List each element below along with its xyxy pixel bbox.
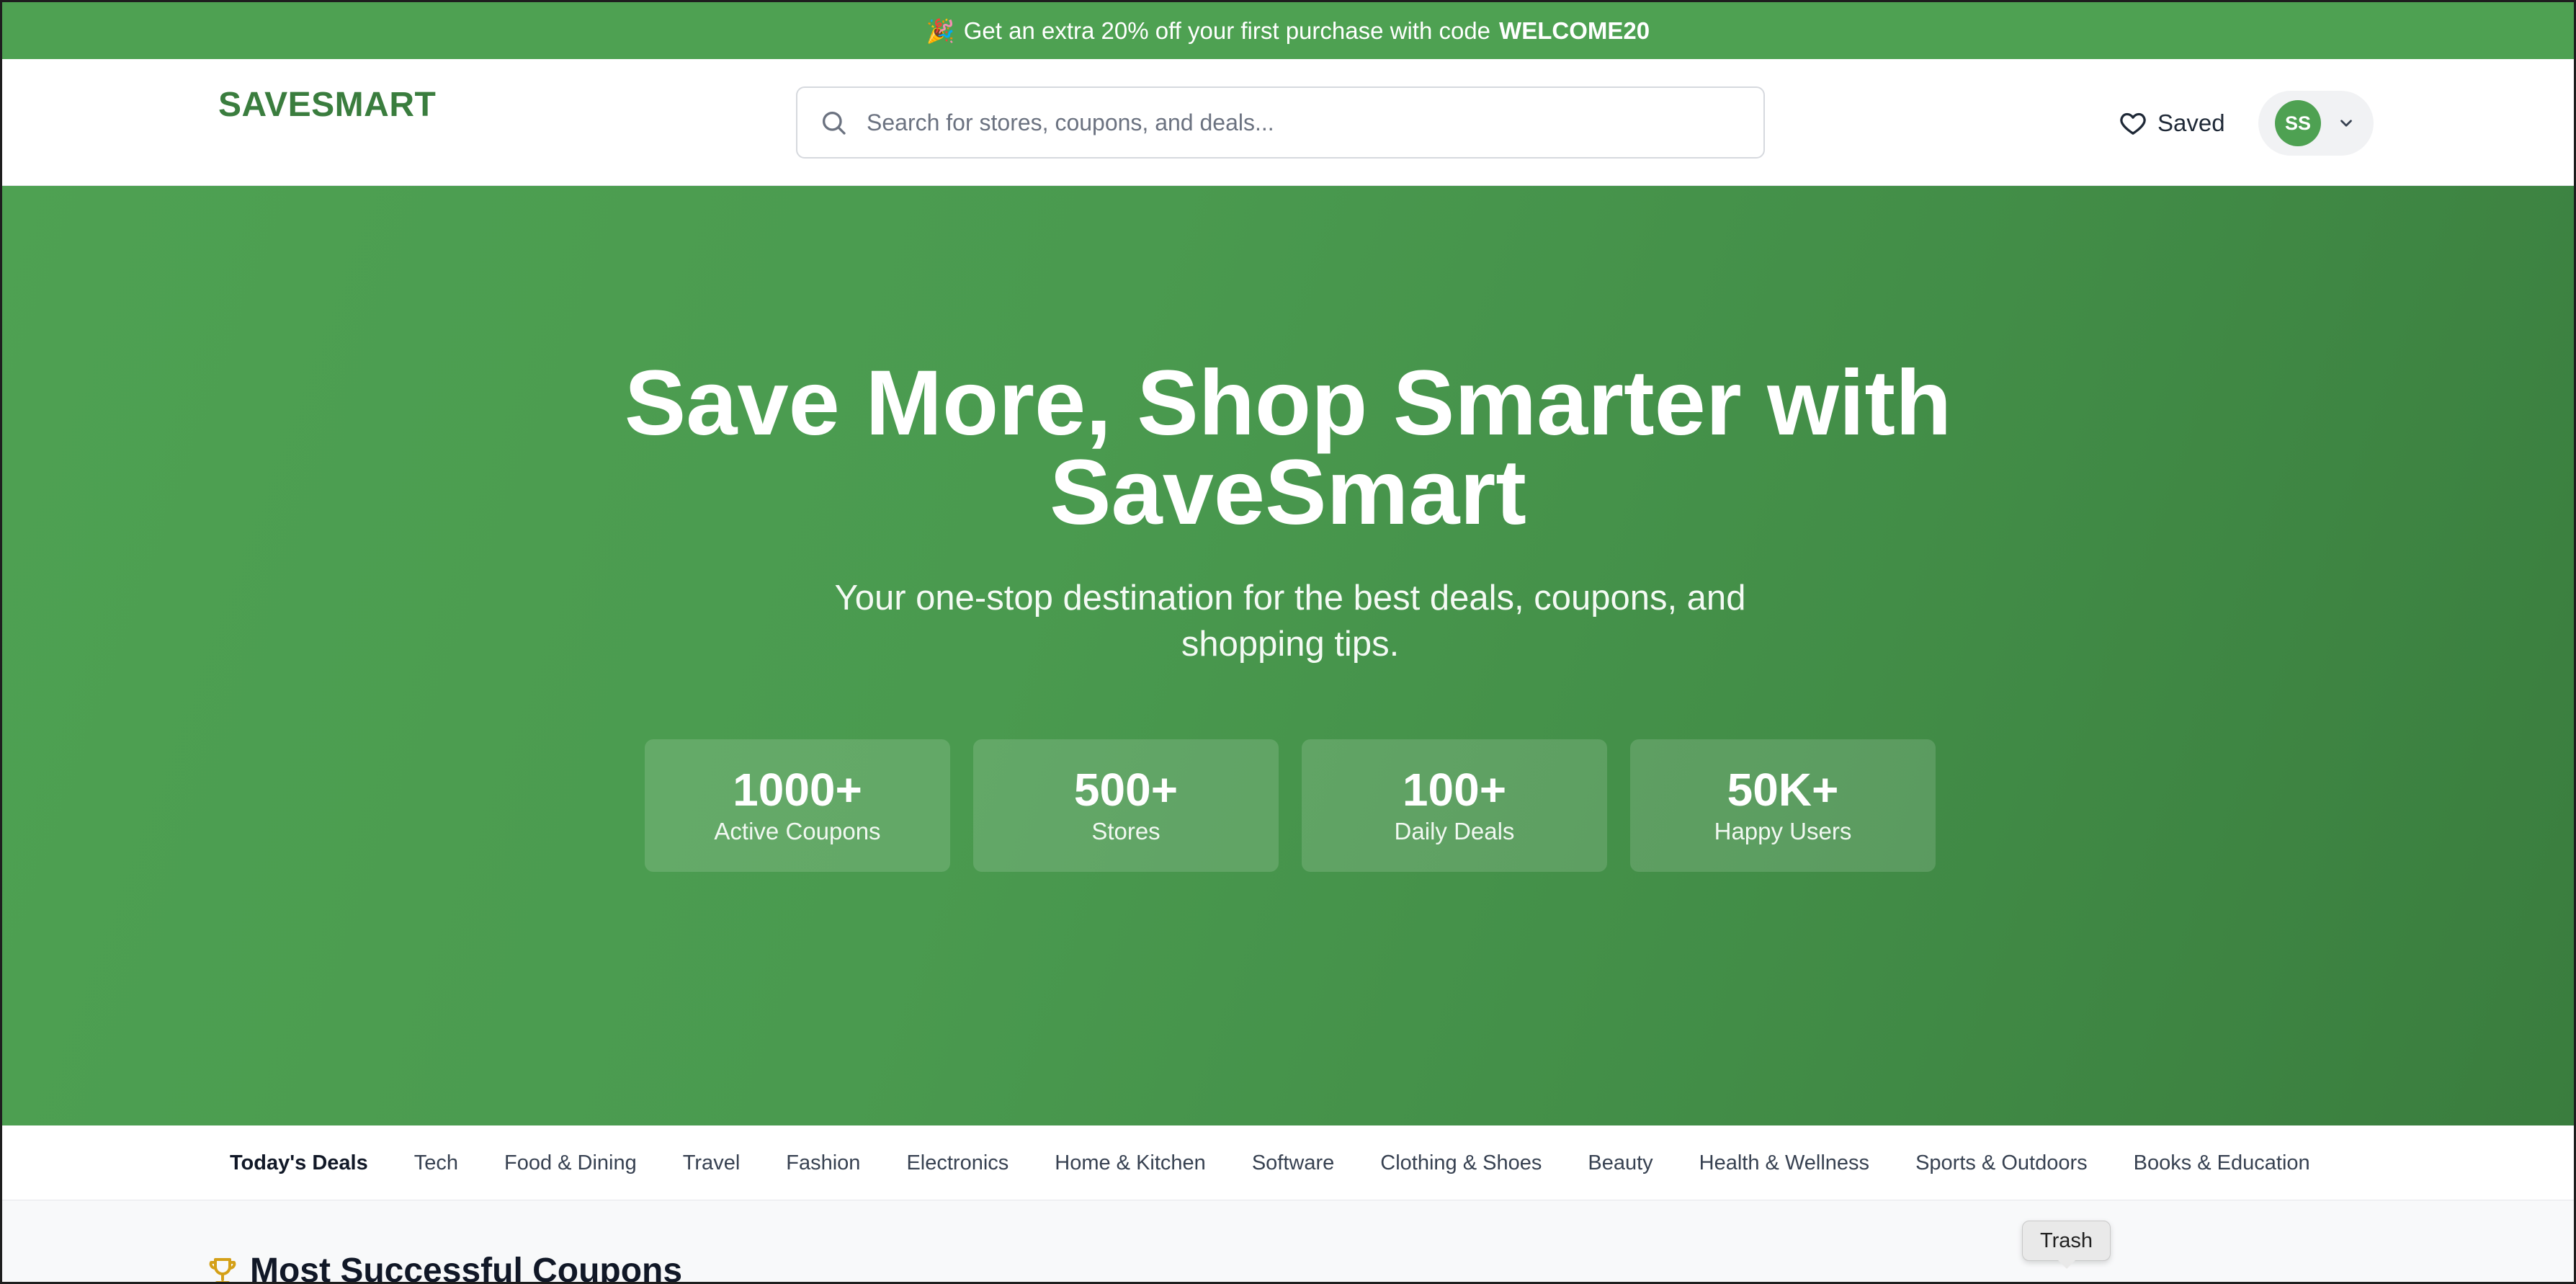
stat-label: Active Coupons	[714, 818, 881, 844]
saved-label: Saved	[2157, 110, 2225, 136]
saved-button[interactable]: Saved	[2119, 107, 2225, 140]
hero-subtitle: Your one-stop destination for the best d…	[834, 579, 1746, 664]
hero-section: Save More, Shop Smarter with SaveSmart Y…	[2, 186, 2574, 1125]
logo[interactable]: SAVESMART	[218, 85, 436, 125]
hero-title-line-1: Save More, Shop Smarter with	[624, 352, 1952, 455]
stat-card-daily-deals: 100+ Daily Deals	[1302, 739, 1607, 872]
category-software[interactable]: Software	[1252, 1151, 1334, 1175]
category-todays-deals[interactable]: Today's Deals	[230, 1151, 368, 1175]
promo-text: Get an extra 20% off your first purchase…	[963, 17, 1491, 44]
chevron-down-icon	[2340, 120, 2352, 127]
stat-value: 100+	[1402, 764, 1507, 816]
category-nav: Today's Deals Tech Food & Dining Travel …	[2, 1125, 2574, 1200]
user-menu[interactable]: SS	[2258, 91, 2374, 156]
category-list: Today's Deals Tech Food & Dining Travel …	[230, 1125, 2310, 1200]
page: 🎉 Get an extra 20% off your first purcha…	[0, 0, 2576, 1284]
party-popper-icon: 🎉	[926, 17, 955, 44]
category-home-kitchen[interactable]: Home & Kitchen	[1055, 1151, 1206, 1175]
category-beauty[interactable]: Beauty	[1588, 1151, 1653, 1175]
hero-title: Save More, Shop Smarter with SaveSmart	[2, 352, 2574, 544]
stat-card-active-coupons: 1000+ Active Coupons	[645, 739, 950, 872]
trash-tooltip: Trash	[2022, 1221, 2111, 1269]
promo-banner: 🎉 Get an extra 20% off your first purcha…	[2, 0, 2574, 59]
search-icon	[823, 112, 846, 135]
search-input[interactable]	[867, 109, 1731, 136]
stat-card-stores: 500+ Stores	[973, 739, 1279, 872]
avatar: SS	[2275, 100, 2321, 146]
trophy-icon	[209, 1257, 236, 1282]
hero-title-line-2: SaveSmart	[1050, 441, 1526, 544]
category-clothing-shoes[interactable]: Clothing & Shoes	[1380, 1151, 1542, 1175]
category-food-dining[interactable]: Food & Dining	[504, 1151, 637, 1175]
search-bar[interactable]	[796, 86, 1765, 159]
site-header: SAVESMART Saved SS	[2, 59, 2574, 186]
stats-row: 1000+ Active Coupons 500+ Stores 100+ Da…	[645, 739, 1936, 872]
category-health-wellness[interactable]: Health & Wellness	[1699, 1151, 1869, 1175]
category-fashion[interactable]: Fashion	[786, 1151, 860, 1175]
section-title-text: Most Successful Coupons	[250, 1252, 683, 1284]
stat-value: 500+	[1073, 764, 1179, 816]
stat-value: 50K+	[1727, 764, 1839, 816]
stat-label: Happy Users	[1714, 818, 1852, 844]
category-electronics[interactable]: Electronics	[906, 1151, 1009, 1175]
stat-label: Daily Deals	[1394, 818, 1515, 844]
stat-card-happy-users: 50K+ Happy Users	[1630, 739, 1936, 872]
category-travel[interactable]: Travel	[683, 1151, 741, 1175]
promo-code[interactable]: WELCOME20	[1499, 17, 1650, 45]
stat-label: Stores	[1091, 818, 1160, 844]
stat-value: 1000+	[733, 764, 862, 816]
section-title: Most Successful Coupons	[205, 1251, 683, 1284]
coupons-section: Most Successful Coupons	[2, 1200, 2574, 1284]
category-books-education[interactable]: Books & Education	[2134, 1151, 2310, 1175]
category-sports-outdoors[interactable]: Sports & Outdoors	[1915, 1151, 2088, 1175]
category-tech[interactable]: Tech	[414, 1151, 458, 1175]
heart-icon	[2120, 112, 2146, 135]
